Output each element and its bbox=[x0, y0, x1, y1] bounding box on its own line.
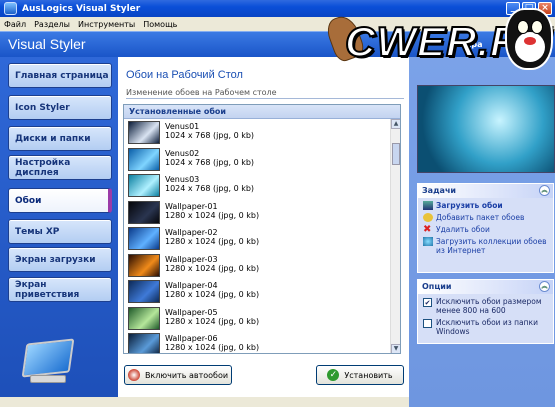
wallpaper-info: 1280 x 1024 (jpg, 0 kb) bbox=[165, 316, 260, 326]
list-item[interactable]: Venus03 1024 x 768 (jpg, 0 kb) bbox=[124, 172, 400, 199]
page-subtitle: Изменение обоев на Рабочем столе bbox=[126, 88, 277, 97]
add-pack-icon bbox=[423, 213, 433, 222]
menu-file[interactable]: Файл bbox=[4, 20, 26, 29]
checkbox-unchecked[interactable] bbox=[423, 319, 432, 328]
wallpaper-info: 1024 x 768 (jpg, 0 kb) bbox=[165, 184, 255, 193]
wallpaper-info: 1280 x 1024 (jpg, 0 kb) bbox=[165, 210, 260, 220]
wallpaper-info: 1024 x 768 (jpg, 0 kb) bbox=[165, 157, 255, 167]
menu-tools[interactable]: Инструменты bbox=[78, 20, 135, 29]
wallpaper-thumbnail bbox=[128, 200, 160, 224]
wallpaper-info: 1280 x 1024 (jpg, 0 kb) bbox=[165, 290, 260, 299]
sidebar-item-welcome-screen[interactable]: Экран приветствия bbox=[8, 277, 112, 302]
list-header: Установленные обои bbox=[124, 105, 400, 119]
sidebar-item-icon-styler[interactable]: Icon Styler bbox=[8, 95, 112, 120]
cwer-logo: CWER.RU bbox=[344, 8, 555, 74]
wallpaper-thumbnail bbox=[128, 227, 160, 250]
check-icon: ✓ bbox=[327, 369, 340, 381]
install-button[interactable]: ✓ Установить bbox=[316, 365, 404, 385]
monitor-icon bbox=[20, 337, 76, 385]
app-window: AusLogics Visual Styler _ □ × Файл Разде… bbox=[0, 0, 555, 407]
menu-sections[interactable]: Разделы bbox=[34, 20, 70, 29]
status-bar bbox=[0, 397, 409, 407]
main-panel: Обои на Рабочий Стол Изменение обоев на … bbox=[118, 57, 409, 397]
wallpaper-thumbnail bbox=[128, 333, 160, 353]
right-panel: Задачи ︽ Загрузить обои Добавить пакет об… bbox=[409, 57, 555, 407]
wallpaper-preview bbox=[417, 85, 555, 173]
wallpaper-name: Wallpaper-04 bbox=[165, 281, 218, 290]
scroll-thumb[interactable] bbox=[392, 143, 400, 165]
list-item[interactable]: Wallpaper-06 1280 x 1024 (jpg, 0 kb) bbox=[124, 331, 400, 353]
wallpaper-name: Venus01 bbox=[165, 122, 200, 131]
sidebar-item-boot-screen[interactable]: Экран загрузки bbox=[8, 247, 112, 272]
sidebar-item-disks-folders[interactable]: Диски и папки bbox=[8, 126, 112, 151]
options-panel: Опции ︽ ✔ Исключить обои размером менее 80… bbox=[417, 279, 554, 344]
list-item[interactable]: Wallpaper-03 1280 x 1024 (jpg, 0 kb) bbox=[124, 252, 400, 279]
app-title: Visual Styler bbox=[8, 36, 86, 52]
task-load-wallpaper[interactable]: Загрузить обои bbox=[418, 201, 553, 210]
sidebar-item-display[interactable]: Настройка дисплея bbox=[8, 155, 112, 180]
scrollbar[interactable]: ▲ ▼ bbox=[390, 119, 400, 353]
page-title: Обои на Рабочий Стол bbox=[126, 69, 243, 81]
tasks-header[interactable]: Задачи ︽ bbox=[418, 184, 553, 198]
wallpaper-name: Wallpaper-05 bbox=[165, 307, 218, 317]
wallpaper-name: Wallpaper-01 bbox=[165, 201, 218, 211]
collapse-icon[interactable]: ︽ bbox=[539, 185, 550, 196]
app-icon bbox=[4, 2, 17, 15]
globe-icon bbox=[423, 237, 433, 246]
wallpaper-name: Wallpaper-02 bbox=[165, 228, 218, 237]
wallpaper-name: Wallpaper-06 bbox=[165, 334, 218, 343]
list-item[interactable]: Wallpaper-05 1280 x 1024 (jpg, 0 kb) bbox=[124, 305, 400, 332]
list-item[interactable]: Wallpaper-04 1280 x 1024 (jpg, 0 kb) bbox=[124, 278, 400, 305]
scroll-up-icon[interactable]: ▲ bbox=[391, 119, 400, 129]
tasks-panel: Задачи ︽ Загрузить обои Добавить пакет об… bbox=[417, 183, 554, 273]
delete-icon: ✖ bbox=[423, 224, 432, 235]
install-label: Установить bbox=[344, 370, 393, 380]
divider bbox=[126, 98, 404, 99]
window-title: AusLogics Visual Styler bbox=[22, 3, 141, 14]
task-download-collections[interactable]: Загрузить коллекции обоев из Интернет bbox=[418, 237, 553, 255]
autochange-label: Включить автообои bbox=[144, 370, 229, 380]
list-item[interactable]: Wallpaper-01 1280 x 1024 (jpg, 0 kb) bbox=[124, 199, 400, 226]
list-item[interactable]: Venus01 1024 x 768 (jpg, 0 kb) bbox=[124, 119, 400, 146]
collapse-icon[interactable]: ︽ bbox=[539, 281, 550, 292]
wallpaper-name: Venus03 bbox=[165, 175, 200, 184]
wallpaper-name: Venus02 bbox=[165, 148, 200, 158]
cat-mascot bbox=[505, 8, 553, 70]
list-item[interactable]: Venus02 1024 x 768 (jpg, 0 kb) bbox=[124, 146, 400, 173]
option-exclude-small[interactable]: ✔ Исключить обои размером менее 800 на 60… bbox=[418, 297, 553, 315]
task-add-pack[interactable]: Добавить пакет обоев bbox=[418, 213, 553, 222]
tasks-title: Задачи bbox=[422, 186, 457, 195]
options-title: Опции bbox=[422, 282, 452, 291]
wallpaper-thumbnail bbox=[128, 147, 160, 171]
sidebar-item-wallpapers[interactable]: Обои bbox=[8, 188, 112, 213]
option-exclude-windows[interactable]: Исключить обои из папки Windows bbox=[418, 318, 553, 336]
wallpaper-thumbnail bbox=[128, 174, 160, 197]
autochange-button[interactable]: Включить автообои bbox=[124, 365, 232, 385]
options-header[interactable]: Опции ︽ bbox=[418, 280, 553, 294]
wallpaper-info: 1024 x 768 (jpg, 0 kb) bbox=[165, 131, 255, 140]
sidebar: Главная страница Icon Styler Диски и пап… bbox=[0, 57, 118, 407]
sidebar-item-home[interactable]: Главная страница bbox=[8, 63, 112, 88]
wallpaper-info: 1280 x 1024 (jpg, 0 kb) bbox=[165, 263, 260, 273]
wallpaper-thumbnail bbox=[128, 306, 160, 330]
scroll-down-icon[interactable]: ▼ bbox=[391, 344, 400, 353]
list-item[interactable]: Wallpaper-02 1280 x 1024 (jpg, 0 kb) bbox=[124, 225, 400, 252]
wallpaper-name: Wallpaper-03 bbox=[165, 254, 218, 264]
wallpaper-info: 1280 x 1024 (jpg, 0 kb) bbox=[165, 237, 260, 246]
menu-help[interactable]: Помощь bbox=[143, 20, 177, 29]
checkbox-checked[interactable]: ✔ bbox=[423, 298, 432, 307]
wallpaper-list[interactable]: Установленные обои Venus01 1024 x 768 (jp… bbox=[123, 104, 401, 354]
task-delete[interactable]: ✖ Удалить обои bbox=[418, 224, 553, 235]
image-icon bbox=[423, 201, 433, 210]
wallpaper-thumbnail bbox=[128, 121, 160, 144]
wallpaper-info: 1280 x 1024 (jpg, 0 kb) bbox=[165, 343, 260, 352]
sidebar-item-xp-themes[interactable]: Темы XP bbox=[8, 219, 112, 244]
refresh-icon bbox=[127, 369, 140, 381]
wallpaper-thumbnail bbox=[128, 253, 160, 277]
wallpaper-thumbnail bbox=[128, 280, 160, 303]
